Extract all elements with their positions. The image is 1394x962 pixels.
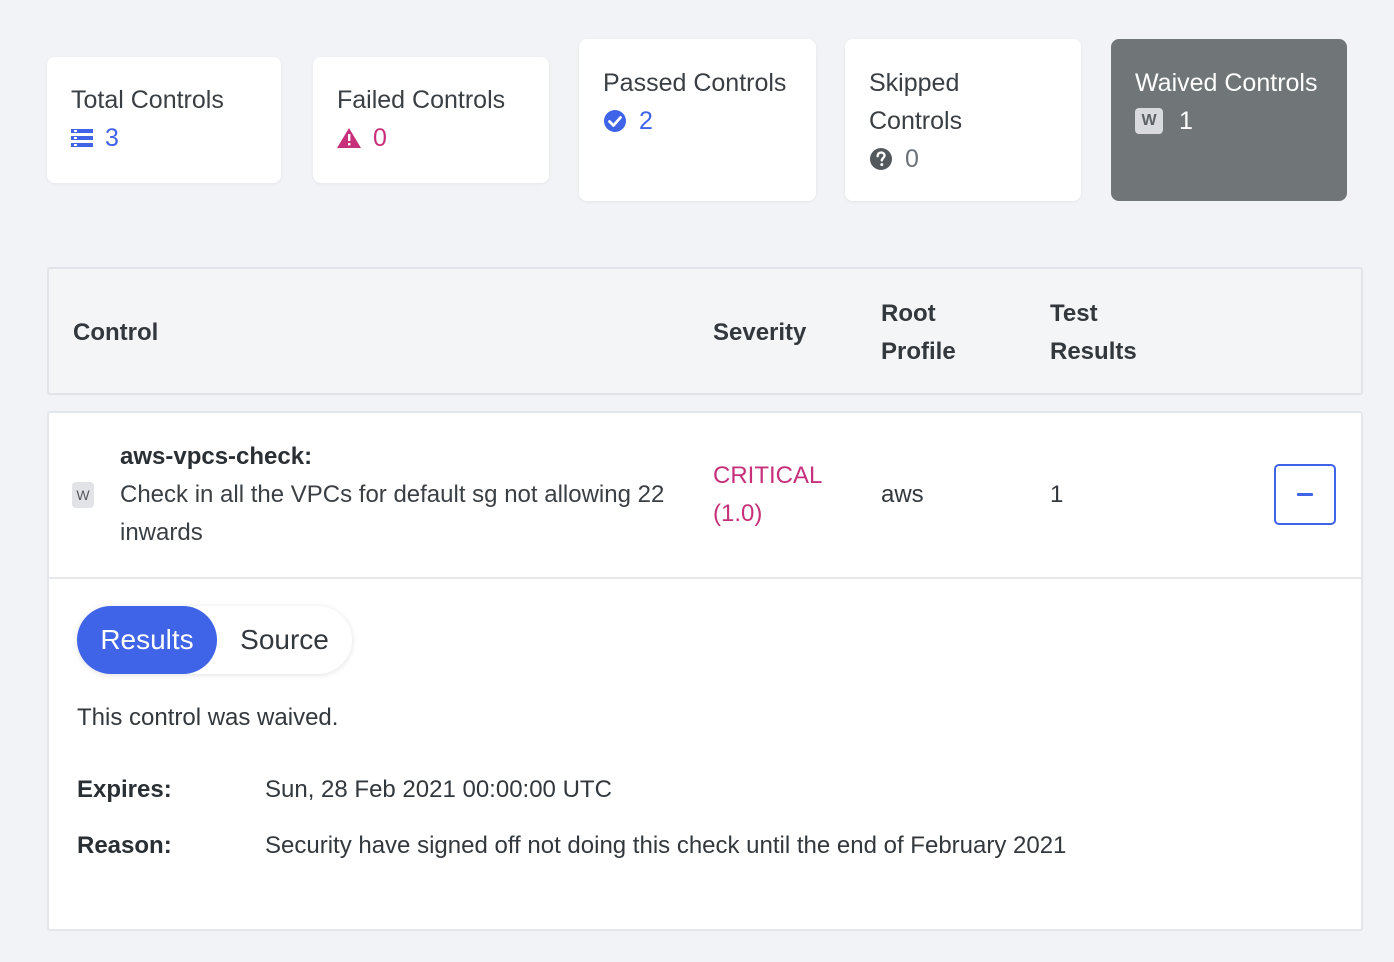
waived-controls-card[interactable]: Waived Controls W 1 (1111, 39, 1347, 201)
question-circle-icon (870, 148, 892, 170)
root-profile-value: aws (881, 481, 924, 508)
skipped-controls-count: 0 (905, 145, 919, 173)
column-header-control[interactable]: Control (73, 314, 158, 352)
waived-controls-label: Waived Controls (1135, 69, 1318, 97)
failed-controls-label: Failed Controls (337, 86, 506, 114)
total-controls-label: Total Controls (71, 86, 224, 114)
reason-label: Reason: (77, 832, 172, 859)
total-controls-count: 3 (105, 124, 119, 152)
control-description: Check in all the VPCs for default sg not… (120, 481, 665, 546)
list-icon (71, 129, 93, 147)
control-id: aws-vpcs-check: (120, 443, 313, 470)
column-header-test-results[interactable]: Test Results (1050, 295, 1160, 371)
collapse-row-button[interactable] (1274, 464, 1336, 525)
waived-status-icon: W (72, 482, 94, 508)
skipped-controls-card[interactable]: Skipped Controls 0 (845, 39, 1081, 201)
total-controls-card[interactable]: Total Controls 3 (47, 57, 281, 183)
expires-label: Expires: (77, 776, 172, 803)
skipped-controls-label: Skipped Controls (869, 69, 963, 135)
failed-controls-card[interactable]: Failed Controls 0 (313, 57, 549, 183)
passed-controls-label: Passed Controls (603, 69, 787, 97)
controls-table-header: Control Severity Root Profile Test Resul… (47, 267, 1363, 395)
waived-badge-icon: W (1135, 108, 1163, 134)
tab-results[interactable]: Results (77, 606, 217, 674)
waived-message: This control was waived. (77, 704, 339, 731)
column-header-severity[interactable]: Severity (713, 314, 806, 352)
check-circle-icon (604, 110, 626, 132)
column-header-root-profile[interactable]: Root Profile (881, 295, 991, 371)
compliance-report-page: Total Controls 3 Failed Controls 0 Passe… (0, 0, 1394, 962)
warning-triangle-icon (337, 128, 361, 148)
reason-value: Security have signed off not doing this … (265, 832, 1067, 859)
row-divider (49, 577, 1361, 579)
tab-source[interactable]: Source (217, 606, 352, 674)
passed-controls-count: 2 (639, 107, 653, 135)
passed-controls-card[interactable]: Passed Controls 2 (579, 39, 816, 201)
expires-value: Sun, 28 Feb 2021 00:00:00 UTC (265, 776, 612, 803)
waived-controls-count: 1 (1179, 107, 1193, 135)
control-cell: aws-vpcs-check: Check in all the VPCs fo… (120, 438, 680, 552)
test-results-value: 1 (1050, 481, 1064, 508)
severity-value: CRITICAL (1.0) (713, 462, 822, 527)
results-source-toggle: Results Source (77, 606, 352, 674)
minus-icon (1297, 493, 1313, 496)
failed-controls-count: 0 (373, 124, 387, 152)
table-row: W aws-vpcs-check: Check in all the VPCs … (47, 411, 1363, 931)
